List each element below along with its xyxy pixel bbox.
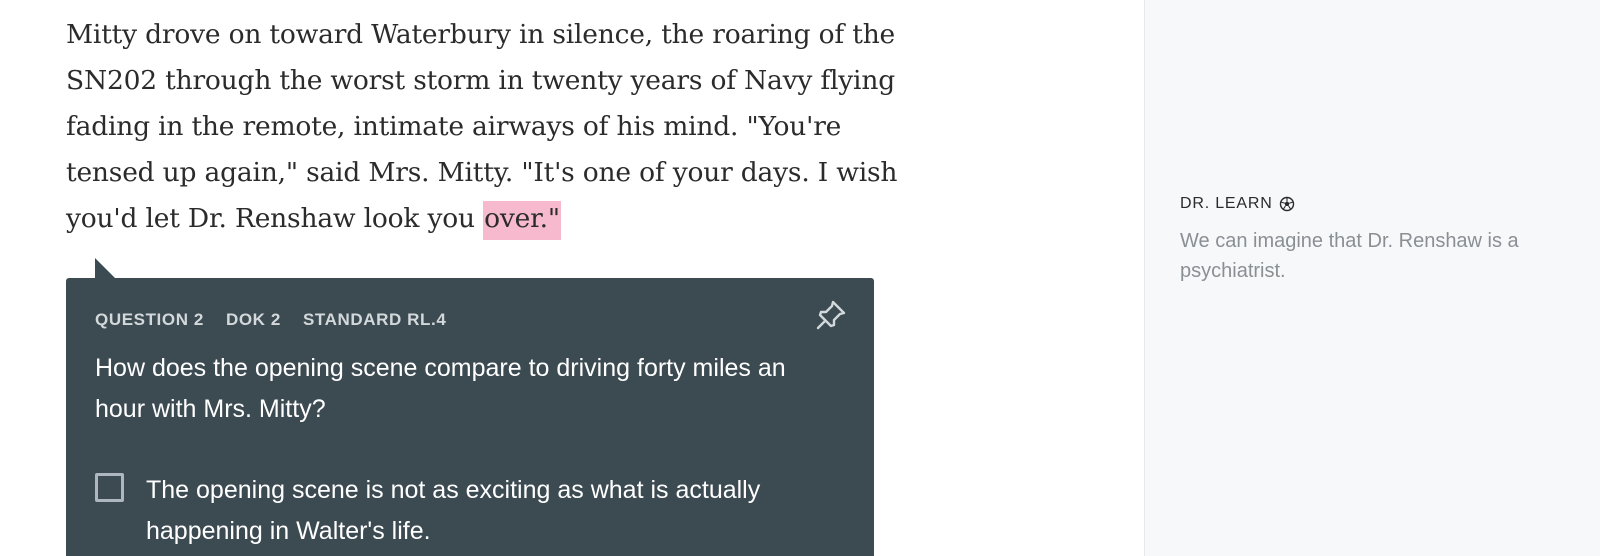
- question-card-pointer: [95, 258, 115, 278]
- passage-line: SN202 through the worst storm in twenty …: [66, 65, 895, 96]
- note-author: DR. LEARN: [1180, 195, 1295, 213]
- question-dok: DOK 2: [225, 310, 281, 329]
- question-standard: STANDARD RL.4: [302, 310, 447, 329]
- reading-pane: Mitty drove on toward Waterbury in silen…: [0, 0, 1144, 556]
- note-text: We can imagine that Dr. Renshaw is a psy…: [1180, 230, 1519, 282]
- passage-line-last: you'd let Dr. Renshaw look you over.": [66, 196, 897, 242]
- answer-checkbox[interactable]: [95, 473, 124, 502]
- question-card: QUESTION 2 DOK 2 STANDARD RL.4 How does …: [66, 278, 874, 556]
- annotation-panel: DR. LEARN We can imagine that Dr. Rensha…: [1144, 0, 1600, 556]
- pin-button[interactable]: [814, 298, 848, 332]
- highlighted-text[interactable]: over.": [483, 201, 561, 240]
- question-prompt: How does the opening scene compare to dr…: [95, 354, 786, 423]
- soccer-ball-icon: [1279, 196, 1294, 212]
- answer-text: The opening scene is not as exciting as …: [146, 476, 761, 545]
- question-meta: QUESTION 2 DOK 2 STANDARD RL.4: [95, 310, 446, 330]
- passage-line: Mitty drove on toward Waterbury in silen…: [66, 19, 896, 50]
- answer-option[interactable]: The opening scene is not as exciting as …: [95, 470, 855, 552]
- question-number: QUESTION 2: [95, 310, 204, 329]
- passage-line: fading in the remote, intimate airways o…: [66, 111, 842, 142]
- passage-line: tensed up again," said Mrs. Mitty. "It's…: [66, 157, 898, 188]
- pin-icon: [816, 300, 846, 330]
- note-author-name: DR. LEARN: [1180, 195, 1273, 212]
- passage-lines: Mitty drove on toward Waterbury in silen…: [66, 12, 897, 242]
- passage-line-prefix: you'd let Dr. Renshaw look you: [66, 203, 484, 234]
